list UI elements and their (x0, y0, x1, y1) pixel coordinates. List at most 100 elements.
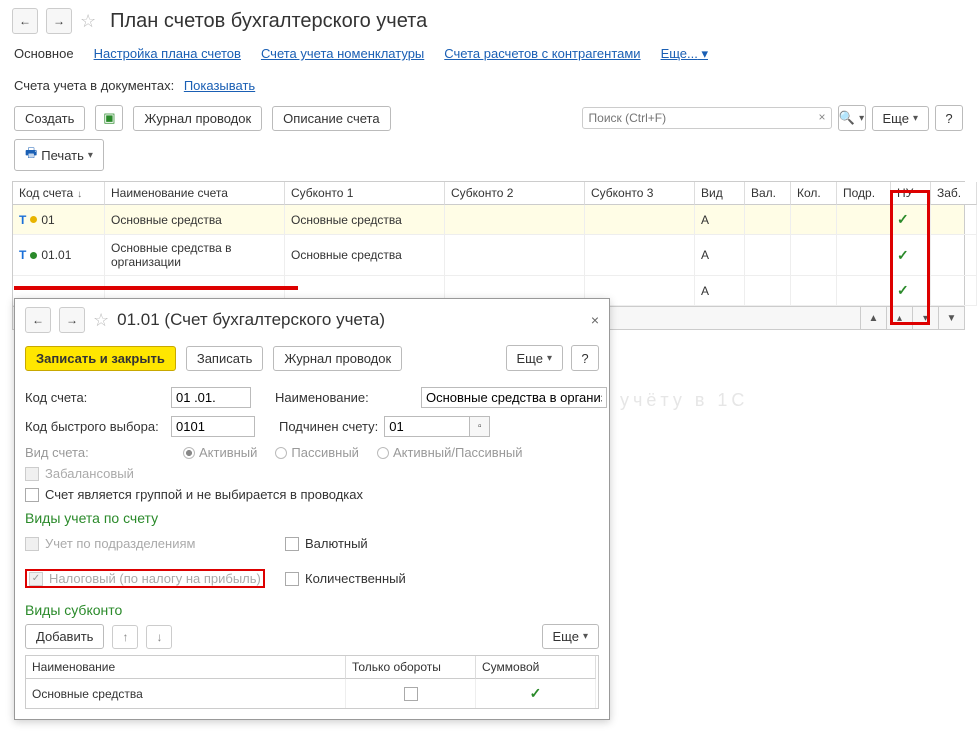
parent-label: Подчинен счету: (279, 419, 378, 434)
table-row[interactable]: T01.01 Основные средства в организации О… (13, 235, 964, 276)
modal-help-button[interactable]: ? (571, 345, 599, 371)
accounts-in-docs-label: Счета учета в документах: (14, 78, 174, 93)
subkonto-more-button[interactable]: Еще (542, 624, 599, 649)
create-folder-button[interactable]: ▣ (95, 105, 123, 131)
radio-active[interactable]: Активный (183, 445, 257, 460)
currency-checkbox[interactable] (285, 537, 299, 551)
radio-passive[interactable]: Пассивный (275, 445, 359, 460)
subcol-name[interactable]: Наименование (26, 656, 346, 679)
journal-button[interactable]: Журнал проводок (133, 106, 262, 131)
radio-icon (183, 447, 195, 459)
account-type-icon: T (19, 213, 26, 227)
subkonto-title: Виды субконто (25, 602, 599, 618)
dot-icon (30, 216, 37, 223)
radio-icon (275, 447, 287, 459)
check-icon: ✓ (530, 685, 542, 702)
check-icon: ✓ (897, 211, 909, 228)
turnover-checkbox[interactable] (404, 687, 418, 701)
account-edit-modal: ← → ☆ 01.01 (Счет бухгалтерского учета) … (14, 298, 610, 720)
col-zab[interactable]: Заб. (931, 182, 977, 205)
subkonto-row[interactable]: Основные средства ✓ (26, 679, 598, 708)
radio-icon (377, 447, 389, 459)
fastcode-label: Код быстрого выбора: (25, 419, 165, 434)
dept-checkbox (25, 537, 39, 551)
modal-nav-forward[interactable]: → (59, 307, 85, 333)
subcol-turnover[interactable]: Только обороты (346, 656, 476, 679)
offbalance-checkbox (25, 467, 39, 481)
parent-input[interactable] (384, 416, 470, 437)
magnifier-icon: 🔍 (839, 110, 855, 126)
move-down-button[interactable]: ↓ (146, 625, 172, 649)
folder-plus-icon: ▣ (103, 110, 115, 126)
move-up-button[interactable]: ↑ (112, 625, 138, 649)
subkonto-grid: Наименование Только обороты Суммовой Осн… (25, 655, 599, 709)
nav-forward-button[interactable]: → (46, 8, 72, 34)
page-title: План счетов бухгалтерского учета (110, 10, 427, 33)
check-icon: ✓ (897, 282, 909, 299)
highlight-row-underline (14, 286, 298, 290)
col-sub1[interactable]: Субконто 1 (285, 182, 445, 205)
add-subkonto-button[interactable]: Добавить (25, 624, 104, 649)
table-row[interactable]: T01 Основные средства Основные средства … (13, 205, 964, 235)
describe-account-button[interactable]: Описание счета (272, 106, 390, 131)
dot-icon (30, 252, 37, 259)
tab-nomenclature[interactable]: Счета учета номенклатуры (261, 46, 424, 62)
nav-back-button[interactable]: ← (12, 8, 38, 34)
scroll-up-button[interactable]: ▴ (886, 307, 912, 329)
col-podr[interactable]: Подр. (837, 182, 891, 205)
qty-checkbox[interactable] (285, 572, 299, 586)
radio-active-passive[interactable]: Активный/Пассивный (377, 445, 523, 460)
sort-down-icon: ↓ (77, 189, 82, 200)
save-button[interactable]: Записать (186, 346, 264, 371)
modal-more-button[interactable]: Еще (506, 345, 563, 371)
search-dropdown-button[interactable]: 🔍 (838, 105, 866, 131)
tax-highlight: ✓ Налоговый (по налогу на прибыль) (25, 569, 265, 588)
code-label: Код счета: (25, 390, 165, 405)
col-sub2[interactable]: Субконто 2 (445, 182, 585, 205)
account-type-label: Вид счета: (25, 445, 165, 460)
parent-select-button[interactable]: ▫ (470, 416, 490, 437)
tax-checkbox: ✓ (29, 572, 43, 586)
account-type-icon: T (19, 248, 26, 262)
col-name[interactable]: Наименование счета (105, 182, 285, 205)
modal-favorite-icon[interactable]: ☆ (93, 310, 109, 331)
modal-close-button[interactable]: × (591, 312, 599, 328)
question-icon: ? (581, 351, 588, 366)
tab-plan-config[interactable]: Настройка плана счетов (94, 46, 241, 62)
search-clear-icon[interactable]: × (819, 110, 826, 124)
scroll-down-button[interactable]: ▾ (912, 307, 938, 329)
scroll-top-button[interactable]: ▲ (860, 307, 886, 329)
fastcode-input[interactable] (171, 416, 255, 437)
subcol-sum[interactable]: Суммовой (476, 656, 596, 679)
save-and-close-button[interactable]: Записать и закрыть (25, 346, 176, 371)
tab-more-dropdown[interactable]: Еще... (661, 46, 708, 62)
tab-contractors[interactable]: Счета расчетов с контрагентами (444, 46, 640, 62)
open-icon: ▫ (478, 421, 482, 432)
col-vid[interactable]: Вид (695, 182, 745, 205)
print-button[interactable]: 🖶 Печать (14, 139, 104, 171)
modal-nav-back[interactable]: ← (25, 307, 51, 333)
more-button[interactable]: Еще (872, 106, 929, 131)
accounting-types-title: Виды учета по счету (25, 510, 599, 526)
col-sub3[interactable]: Субконто 3 (585, 182, 695, 205)
tab-bar: Основное Настройка плана счетов Счета уч… (0, 42, 977, 70)
favorite-star-icon[interactable]: ☆ (80, 11, 96, 32)
tab-main[interactable]: Основное (14, 46, 74, 62)
col-code[interactable]: Код счета↓ (13, 182, 105, 205)
col-val[interactable]: Вал. (745, 182, 791, 205)
col-nu[interactable]: НУ (891, 182, 931, 205)
code-input[interactable] (171, 387, 251, 408)
col-kol[interactable]: Кол. (791, 182, 837, 205)
modal-journal-button[interactable]: Журнал проводок (273, 346, 402, 371)
search-input[interactable] (582, 107, 832, 129)
printer-icon: 🖶 (25, 144, 37, 166)
help-button[interactable]: ? (935, 105, 963, 131)
watermark-sub: учёту в 1С (620, 390, 748, 411)
is-group-checkbox[interactable] (25, 488, 39, 502)
scroll-bottom-button[interactable]: ▼ (938, 307, 964, 329)
create-button[interactable]: Создать (14, 106, 85, 131)
question-icon: ? (945, 111, 952, 126)
modal-title: 01.01 (Счет бухгалтерского учета) (117, 310, 385, 330)
show-link[interactable]: Показывать (184, 78, 255, 93)
name-input[interactable] (421, 387, 607, 408)
